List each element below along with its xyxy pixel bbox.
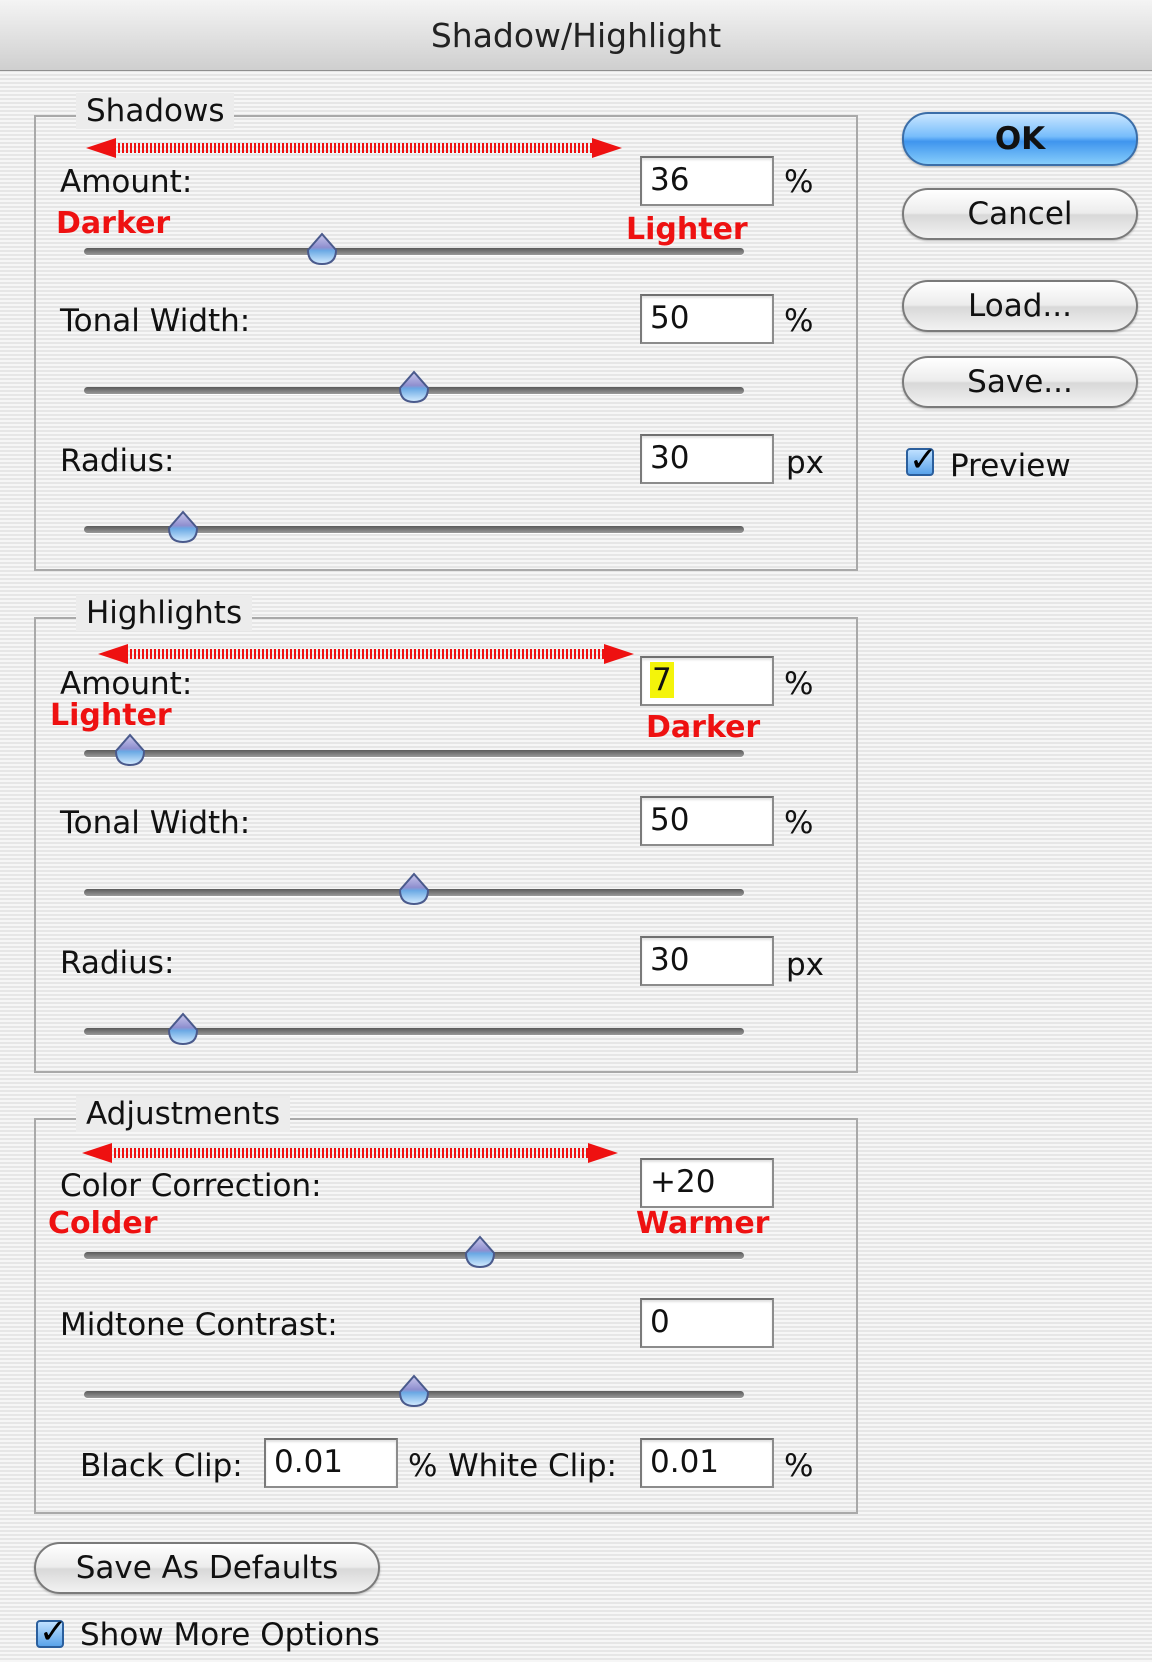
highlights-radius-field[interactable]: 30 bbox=[640, 936, 774, 986]
black-clip-field[interactable]: 0.01 bbox=[264, 1438, 398, 1488]
color-correction-track[interactable] bbox=[84, 1252, 744, 1259]
midtone-contrast-field[interactable]: 0 bbox=[640, 1298, 774, 1348]
color-correction-thumb[interactable] bbox=[463, 1235, 497, 1269]
white-clip-field[interactable]: 0.01 bbox=[640, 1438, 774, 1488]
black-clip-label: Black Clip: bbox=[80, 1448, 243, 1484]
black-clip-unit: % bbox=[408, 1448, 438, 1484]
shadows-double-arrow-icon bbox=[86, 138, 622, 158]
highlights-tonal-width-unit: % bbox=[784, 805, 814, 841]
color-correction-field[interactable]: +20 bbox=[640, 1158, 774, 1208]
preview-checkbox[interactable]: ✓ bbox=[906, 440, 938, 480]
highlights-radius-label: Radius: bbox=[60, 945, 175, 981]
highlights-radius-thumb[interactable] bbox=[166, 1012, 200, 1046]
color-correction-label: Color Correction: bbox=[60, 1168, 322, 1204]
midtone-contrast-thumb[interactable] bbox=[397, 1374, 431, 1408]
shadows-radius-field[interactable]: 30 bbox=[640, 434, 774, 484]
highlights-tonal-width-thumb[interactable] bbox=[397, 872, 431, 906]
save-as-defaults-button[interactable]: Save As Defaults bbox=[34, 1542, 380, 1594]
show-more-options-label: Show More Options bbox=[80, 1617, 380, 1653]
save-button[interactable]: Save... bbox=[902, 356, 1138, 408]
highlights-amount-value: 7 bbox=[650, 662, 674, 698]
adjustments-warmer-annotation: Warmer bbox=[636, 1206, 770, 1241]
highlights-amount-unit: % bbox=[784, 666, 814, 702]
shadows-tonal-width-unit: % bbox=[784, 303, 814, 339]
midtone-contrast-label: Midtone Contrast: bbox=[60, 1307, 338, 1343]
shadows-radius-label: Radius: bbox=[60, 443, 175, 479]
shadows-tonal-width-thumb[interactable] bbox=[397, 370, 431, 404]
adjustments-colder-annotation: Colder bbox=[48, 1206, 158, 1241]
load-button[interactable]: Load... bbox=[902, 280, 1138, 332]
ok-button[interactable]: OK bbox=[902, 112, 1138, 166]
show-more-options-checkbox[interactable]: ✓ bbox=[36, 1612, 68, 1652]
cancel-button[interactable]: Cancel bbox=[902, 188, 1138, 240]
highlights-lighter-annotation: Lighter bbox=[50, 698, 172, 733]
shadows-tonal-width-field[interactable]: 50 bbox=[640, 294, 774, 344]
highlights-legend: Highlights bbox=[76, 595, 253, 631]
checkmark-icon: ✓ bbox=[39, 1612, 68, 1652]
white-clip-unit: % bbox=[784, 1448, 814, 1484]
checkmark-icon: ✓ bbox=[909, 440, 938, 480]
highlights-amount-thumb[interactable] bbox=[113, 733, 147, 767]
shadows-amount-unit: % bbox=[784, 164, 814, 200]
adjustments-legend: Adjustments bbox=[76, 1096, 291, 1132]
shadows-amount-track[interactable] bbox=[84, 248, 744, 255]
preview-label: Preview bbox=[950, 448, 1071, 484]
highlights-tonal-width-field[interactable]: 50 bbox=[640, 796, 774, 846]
shadows-amount-thumb[interactable] bbox=[305, 232, 339, 266]
shadows-radius-unit: px bbox=[786, 445, 825, 481]
shadows-legend: Shadows bbox=[76, 93, 235, 129]
highlights-amount-label: Amount: bbox=[60, 666, 193, 702]
shadows-lighter-annotation: Lighter bbox=[626, 212, 748, 247]
shadows-amount-label: Amount: bbox=[60, 164, 193, 200]
window-title: Shadow/Highlight bbox=[0, 0, 1152, 71]
white-clip-label: White Clip: bbox=[448, 1448, 617, 1484]
highlights-tonal-width-label: Tonal Width: bbox=[60, 805, 251, 841]
highlights-double-arrow-icon bbox=[98, 644, 634, 664]
highlights-amount-track[interactable] bbox=[84, 750, 744, 757]
highlights-amount-field[interactable]: 7 bbox=[640, 656, 774, 706]
shadows-radius-thumb[interactable] bbox=[166, 510, 200, 544]
shadows-darker-annotation: Darker bbox=[56, 206, 171, 241]
adjustments-double-arrow-icon bbox=[82, 1143, 618, 1163]
shadows-tonal-width-label: Tonal Width: bbox=[60, 303, 251, 339]
highlights-radius-unit: px bbox=[786, 947, 825, 983]
highlights-darker-annotation: Darker bbox=[646, 710, 761, 745]
shadows-amount-field[interactable]: 36 bbox=[640, 156, 774, 206]
